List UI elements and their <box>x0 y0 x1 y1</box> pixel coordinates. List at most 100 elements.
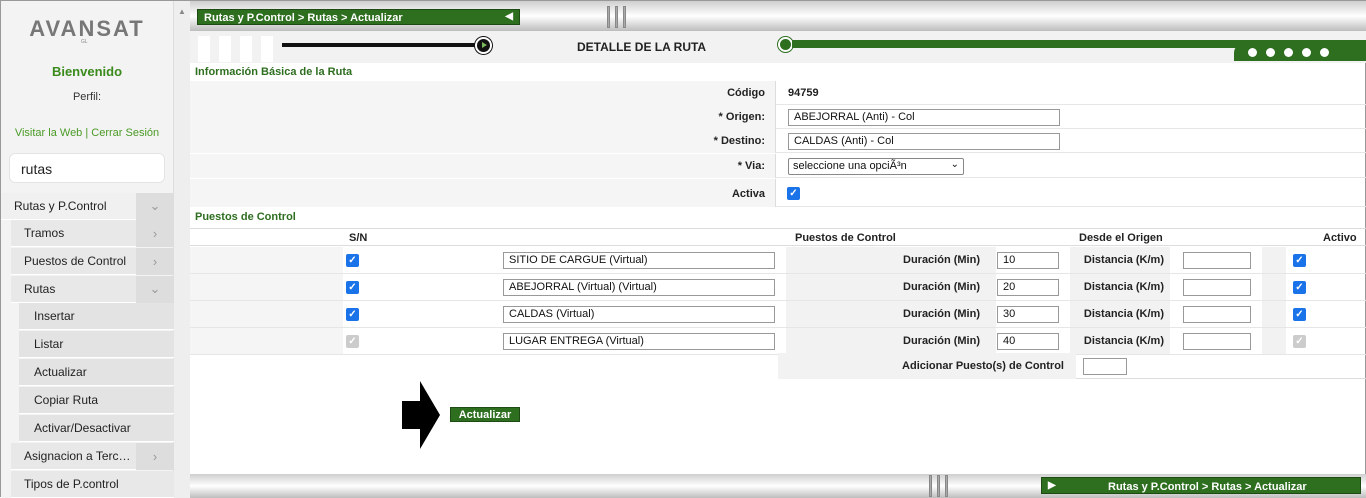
sn-checkbox[interactable]: ✓ <box>346 281 359 294</box>
row-spacer <box>190 247 343 273</box>
menu-item-rutas-pcontrol[interactable]: Rutas y P.Control ⌄ <box>1 192 174 220</box>
distancia-label: Distancia (K/m) <box>1070 274 1170 300</box>
menu-item-label: Puestos de Control <box>24 254 127 268</box>
distancia-input[interactable] <box>1183 279 1251 296</box>
menu-item-puestos-control[interactable]: Puestos de Control › <box>11 247 174 275</box>
puesto-name-input[interactable]: LUGAR ENTREGA (Virtual) <box>503 333 775 350</box>
activo-checkbox[interactable]: ✓ <box>1293 281 1306 294</box>
row-spacer <box>1262 274 1286 300</box>
duracion-label: Duración (Min) <box>786 247 996 273</box>
menu-item-label: Tramos <box>24 226 65 240</box>
chevron-right-icon[interactable]: › <box>136 442 174 470</box>
destino-label: * Destino: <box>190 129 776 153</box>
sidebar-scrollbar[interactable]: ▲ <box>174 1 190 498</box>
step-title: DETALLE DE LA RUTA <box>577 40 707 54</box>
via-select[interactable]: seleccione una opciÃ³n ⌄ <box>788 158 964 175</box>
menu-item-insertar[interactable]: Insertar <box>19 303 174 330</box>
menu-item-label: Activar/Desactivar <box>34 421 131 435</box>
step-progress-bar: DETALLE DE LA RUTA <box>190 31 1366 63</box>
duracion-label: Duración (Min) <box>786 301 996 327</box>
puesto-name-input[interactable]: SITIO DE CARGUE (Virtual) <box>503 252 775 269</box>
arrow-right-icon <box>402 381 440 449</box>
add-puestos-label: Adicionar Puesto(s) de Control <box>778 353 1076 379</box>
expand-right-icon[interactable]: ▶ <box>1048 480 1056 491</box>
chevron-down-icon: ⌄ <box>950 159 959 170</box>
origen-input[interactable]: ABEJORRAL (Anti) - Col <box>788 109 1060 126</box>
footer-breadcrumb: ▶ Rutas y P.Control > Rutas > Actualizar <box>1041 477 1361 494</box>
duracion-input[interactable]: 40 <box>997 333 1059 350</box>
menu-item-label: Insertar <box>34 309 75 323</box>
row-spacer <box>190 274 343 300</box>
menu-item-activar-desactivar[interactable]: Activar/Desactivar <box>19 415 174 442</box>
duracion-input[interactable]: 20 <box>997 279 1059 296</box>
distancia-label: Distancia (K/m) <box>1070 328 1170 354</box>
step-current-icon <box>475 37 492 54</box>
breadcrumb-text: Rutas y P.Control > Rutas > Actualizar <box>204 12 403 24</box>
duracion-input[interactable]: 30 <box>997 306 1059 323</box>
menu-item-actualizar[interactable]: Actualizar <box>19 359 174 386</box>
row-origen: * Origen: ABEJORRAL (Anti) - Col <box>190 105 1366 129</box>
menu-search-input[interactable]: rutas <box>9 153 165 183</box>
sn-checkbox[interactable]: ✓ <box>346 254 359 267</box>
activa-checkbox[interactable]: ✓ <box>787 187 800 200</box>
grip-handle-icon <box>596 6 636 28</box>
col-puestos: Puestos de Control <box>795 232 896 244</box>
sidebar-links[interactable]: Visitar la Web | Cerrar Sesión <box>1 127 173 139</box>
chevron-right-icon[interactable]: › <box>136 219 174 247</box>
breadcrumb: Rutas y P.Control > Rutas > Actualizar ◀ <box>197 9 520 25</box>
sn-checkbox[interactable]: ✓ <box>346 308 359 321</box>
table-row: ✓ ABEJORRAL (Virtual) (Virtual) Duración… <box>190 274 1366 301</box>
menu-item-label: Tipos de P.control <box>24 477 119 491</box>
menu-item-label: Copiar Ruta <box>34 393 99 407</box>
codigo-label: Código <box>190 81 776 105</box>
menu-item-tramos[interactable]: Tramos › <box>11 219 174 247</box>
duracion-label: Duración (Min) <box>786 274 996 300</box>
pagination-dots <box>1234 43 1366 61</box>
top-bar: Rutas y P.Control > Rutas > Actualizar ◀ <box>190 1 1366 31</box>
puestos-table-header: S/N Puestos de Control Desde el Origen A… <box>190 228 1366 246</box>
section-title-basic: Información Básica de la Ruta <box>195 66 353 78</box>
col-activo: Activo <box>1323 232 1357 244</box>
distancia-input[interactable] <box>1183 252 1251 269</box>
duracion-input[interactable]: 10 <box>997 252 1059 269</box>
chevron-right-icon[interactable]: › <box>136 247 174 275</box>
codigo-value: 94759 <box>788 87 819 99</box>
step-dot-icon <box>778 37 793 52</box>
chevron-down-icon[interactable]: ⌄ <box>136 192 174 220</box>
activo-checkbox[interactable]: ✓ <box>1293 308 1306 321</box>
row-spacer <box>190 328 343 354</box>
via-label: * Via: <box>190 154 776 178</box>
row-via: * Via: seleccione una opciÃ³n ⌄ <box>190 154 1366 178</box>
decor-bars <box>198 36 273 62</box>
footer-breadcrumb-text: Rutas y P.Control > Rutas > Actualizar <box>1108 481 1307 493</box>
collapse-left-icon[interactable]: ◀ <box>505 11 513 22</box>
add-puestos-row: Adicionar Puesto(s) de Control <box>778 353 1366 379</box>
distancia-input[interactable] <box>1183 306 1251 323</box>
menu-item-label: Listar <box>34 337 64 351</box>
scroll-up-icon[interactable]: ▲ <box>178 7 186 16</box>
activo-checkbox[interactable]: ✓ <box>1293 254 1306 267</box>
origen-label: * Origen: <box>190 105 776 129</box>
row-activa: Activa ✓ <box>190 179 1366 207</box>
actualizar-button[interactable]: Actualizar <box>450 407 520 422</box>
menu-item-listar[interactable]: Listar <box>19 331 174 358</box>
activa-label: Activa <box>190 179 776 207</box>
distancia-input[interactable] <box>1183 333 1251 350</box>
menu-item-tipos-pcontrol[interactable]: Tipos de P.control <box>11 471 174 498</box>
add-puestos-input[interactable] <box>1083 358 1127 375</box>
puesto-name-input[interactable]: CALDAS (Virtual) <box>503 306 775 323</box>
perfil-label: Perfil: <box>72 91 102 103</box>
distancia-label: Distancia (K/m) <box>1070 247 1170 273</box>
via-select-value: seleccione una opciÃ³n <box>793 160 907 172</box>
grip-handle-icon <box>918 475 958 497</box>
row-spacer <box>190 301 343 327</box>
menu-item-copiar-ruta[interactable]: Copiar Ruta <box>19 387 174 414</box>
chevron-down-icon[interactable]: ⌄ <box>136 275 174 303</box>
bottom-bar: ▶ Rutas y P.Control > Rutas > Actualizar <box>190 474 1366 498</box>
puesto-name-input[interactable]: ABEJORRAL (Virtual) (Virtual) <box>503 279 775 296</box>
destino-input[interactable]: CALDAS (Anti) - Col <box>788 133 1060 150</box>
menu-item-rutas[interactable]: Rutas ⌄ <box>11 275 174 303</box>
col-sn: S/N <box>349 232 368 244</box>
menu-item-asignacion[interactable]: Asignacion a Terceros › <box>11 442 174 470</box>
duracion-label: Duración (Min) <box>786 328 996 354</box>
